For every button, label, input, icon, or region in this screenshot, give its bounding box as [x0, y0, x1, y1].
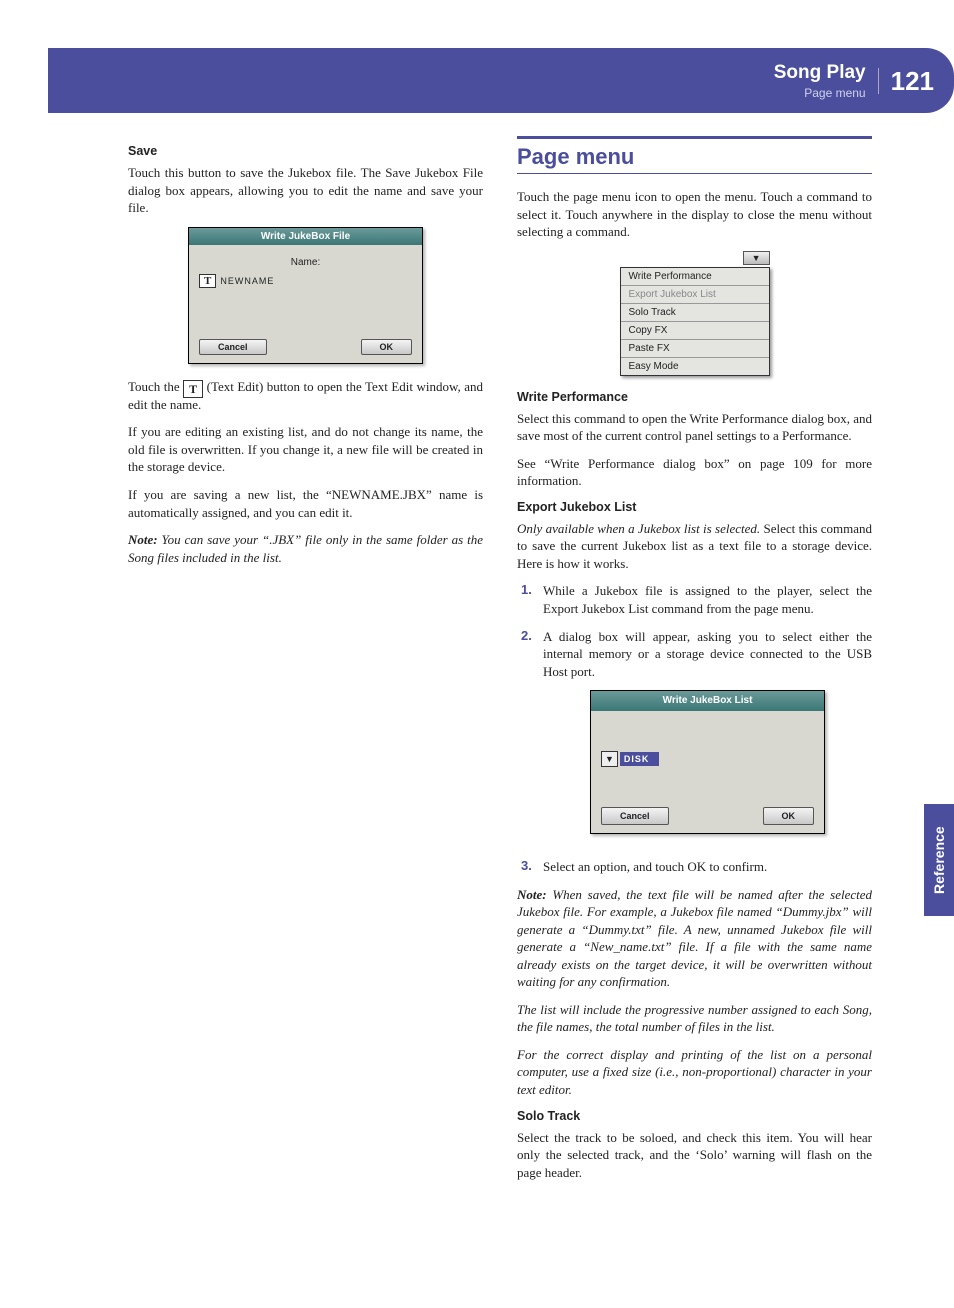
page-number: 121: [891, 68, 934, 94]
editing-para: If you are editing an existing list, and…: [128, 423, 483, 476]
dialog-title: Write JukeBox File: [189, 228, 422, 245]
step-3: 3. Select an option, and touch OK to con…: [521, 858, 872, 876]
cancel-button[interactable]: Cancel: [601, 807, 669, 825]
write-jukebox-file-dialog: Write JukeBox File Name: T NEWNAME Cance…: [188, 227, 423, 364]
menu-item-solo-track[interactable]: Solo Track: [621, 304, 769, 322]
solo-track-heading: Solo Track: [517, 1109, 872, 1123]
solo-p1: Select the track to be soloed, and check…: [517, 1129, 872, 1182]
export-intro: Only available when a Jukebox list is se…: [517, 520, 872, 573]
menu-item-paste-fx[interactable]: Paste FX: [621, 340, 769, 358]
name-label: Name:: [199, 257, 412, 268]
header-title: Song Play: [774, 62, 866, 84]
step-2: 2. A dialog box will appear, asking you …: [521, 628, 872, 848]
touch-t-para: Touch the T (Text Edit) button to open t…: [128, 378, 483, 414]
newlist-para: If you are saving a new list, the “NEWNA…: [128, 486, 483, 521]
export-note2: The list will include the progressive nu…: [517, 1001, 872, 1036]
page-header: Song Play Page menu 121: [48, 48, 954, 113]
ok-button[interactable]: OK: [361, 339, 413, 355]
menu-trigger-icon[interactable]: ▼: [743, 251, 770, 265]
right-column: Page menu Touch the page menu icon to op…: [517, 136, 872, 1191]
section-title: Page menu: [517, 136, 872, 174]
pagemenu-intro: Touch the page menu icon to open the men…: [517, 188, 872, 241]
menu-item-export-jukebox[interactable]: Export Jukebox List: [621, 286, 769, 304]
ok-button[interactable]: OK: [763, 807, 815, 825]
note-para: Note: You can save your “.JBX” file only…: [128, 531, 483, 566]
text-edit-icon-inline: T: [183, 380, 203, 398]
menu-item-easy-mode[interactable]: Easy Mode: [621, 358, 769, 375]
write-perf-p1: Select this command to open the Write Pe…: [517, 410, 872, 445]
disk-label[interactable]: DISK: [620, 752, 660, 766]
export-jukebox-heading: Export Jukebox List: [517, 500, 872, 514]
export-note3: For the correct display and printing of …: [517, 1046, 872, 1099]
write-performance-heading: Write Performance: [517, 390, 872, 404]
page-menu-dropdown: ▼ Write Performance Export Jukebox List …: [620, 251, 770, 376]
text-edit-icon[interactable]: T: [199, 274, 216, 288]
step-1: 1. While a Jukebox file is assigned to t…: [521, 582, 872, 617]
write-jukebox-list-dialog: Write JukeBox List ▼ DISK Cancel OK: [590, 690, 825, 834]
disk-dropdown-icon[interactable]: ▼: [601, 751, 618, 767]
header-subtitle: Page menu: [774, 86, 866, 100]
left-column: Save Touch this button to save the Jukeb…: [128, 136, 483, 1191]
name-value: NEWNAME: [220, 276, 274, 286]
save-heading: Save: [128, 144, 483, 158]
menu-item-copy-fx[interactable]: Copy FX: [621, 322, 769, 340]
menu-item-write-performance[interactable]: Write Performance: [621, 268, 769, 286]
cancel-button[interactable]: Cancel: [199, 339, 267, 355]
save-intro: Touch this button to save the Jukebox fi…: [128, 164, 483, 217]
write-perf-p2: See “Write Performance dialog box” on pa…: [517, 455, 872, 490]
side-tab-reference: Reference: [924, 804, 954, 916]
dialog-title: Write JukeBox List: [591, 691, 824, 711]
export-note1: Note: When saved, the text file will be …: [517, 886, 872, 991]
